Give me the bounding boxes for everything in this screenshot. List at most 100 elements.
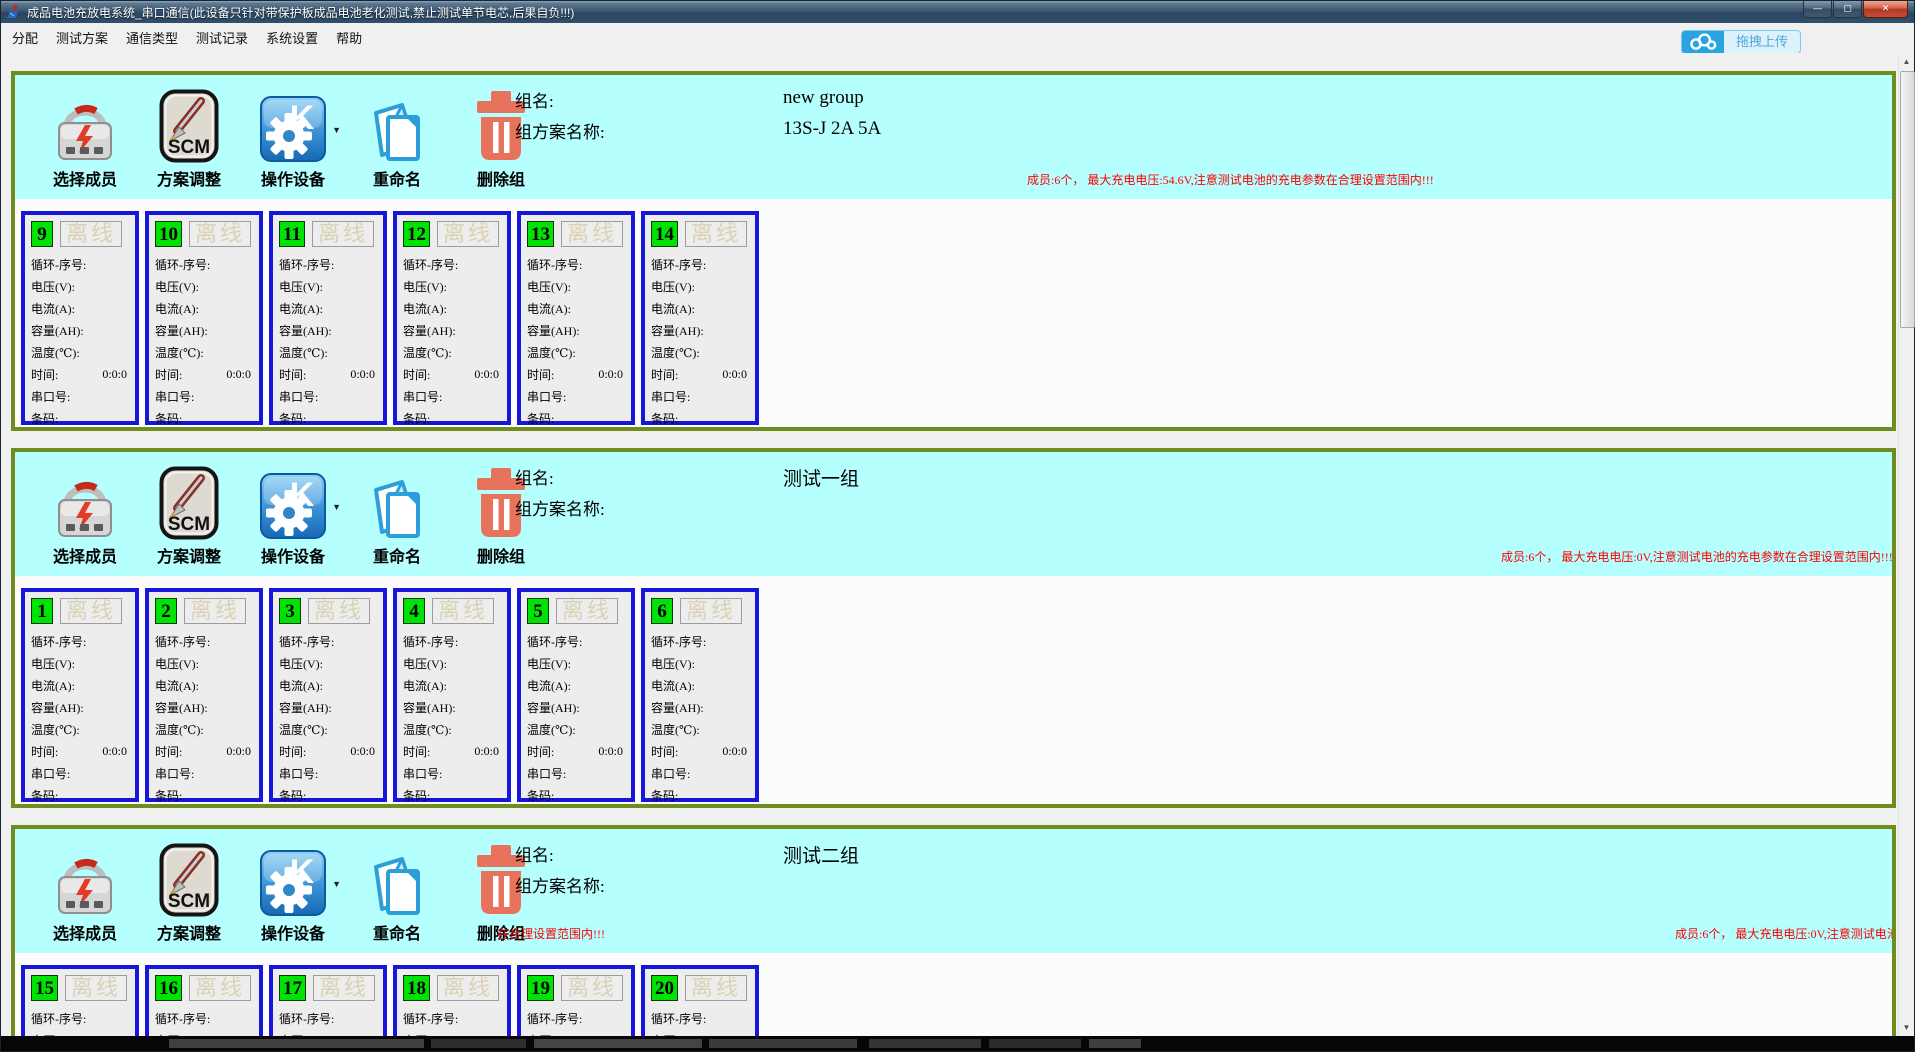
scroll-down-button[interactable]: ▼ (1899, 1019, 1914, 1036)
field-label: 时间: (651, 367, 679, 382)
card-field-row: 电流(A): (31, 297, 129, 319)
battery-cell-card[interactable]: 18 离线 循环-序号:电压(V):电流(A):容量(AH):温度(℃):时间:… (393, 965, 511, 1036)
battery-cell-card[interactable]: 2 离线 循环-序号: 电压(V): 电流(A): 容量(AH): 温度(℃): 时间: 0… (145, 588, 263, 803)
adjust-plan-button[interactable]: SCM 方案调整 (145, 85, 233, 190)
menu-item-test-plan[interactable]: 测试方案 (47, 24, 117, 53)
rename-button[interactable]: 重命名 (353, 839, 441, 944)
battery-group: 选择成员 SCM 方案调整 (11, 71, 1896, 431)
card-field-row: 电压(V): (527, 652, 625, 674)
card-field-row: 温度(℃): (31, 341, 129, 363)
card-field-row: 串口号: (403, 762, 501, 784)
vertical-scrollbar[interactable]: ▲ ▼ (1898, 53, 1915, 1036)
battery-cell-card[interactable]: 1 离线 循环-序号: 电压(V): 电流(A): 容量(AH): 温度(℃): 时间: 0… (21, 588, 139, 803)
cell-number-badge: 17 (279, 975, 306, 1001)
field-label: 时间: (31, 744, 59, 759)
copy-pages-icon (368, 839, 426, 917)
select-members-button[interactable]: 选择成员 (41, 839, 129, 944)
battery-cell-card[interactable]: 3 离线 循环-序号: 电压(V): 电流(A): 容量(AH): 温度(℃): 时间: 0… (269, 588, 387, 803)
offline-status-badge: 离线 (680, 598, 743, 624)
field-label: 电压(V): (527, 279, 571, 294)
select-members-button[interactable]: 选择成员 (41, 85, 129, 190)
battery-cell-card[interactable]: 5 离线 循环-序号: 电压(V): 电流(A): 容量(AH): 温度(℃): 时间: 0… (517, 588, 635, 803)
dropdown-arrow-icon[interactable]: ▼ (332, 125, 341, 135)
group-plan-label: 组方案名称: (515, 500, 605, 519)
minimize-button[interactable]: — (1803, 1, 1832, 18)
card-field-row: 循环-序号: (651, 630, 749, 652)
scrollbar-thumb[interactable] (1900, 71, 1915, 328)
menu-bar: 分配 测试方案 通信类型 测试记录 系统设置 帮助 拖拽上传 (1, 23, 1914, 54)
select-members-button[interactable]: 选择成员 (41, 462, 129, 567)
field-label: 串口号: (279, 389, 319, 404)
warning-text-right: 成员:6个， 最大充电电压:54.6V,注意测试电池的充电参数在合理设置范围内!… (1027, 173, 1434, 187)
operate-device-button[interactable]: K ▼ 操作设备 (249, 85, 341, 190)
battery-cell-card[interactable]: 19 离线 循环-序号:电压(V):电流(A):容量(AH):温度(℃):时间:… (517, 965, 635, 1036)
card-field-row: 时间: 0:0:0 (403, 740, 501, 762)
copy-pages-icon (368, 462, 426, 540)
card-fields: 循环-序号: 电压(V): 电流(A): 容量(AH): 温度(℃): 时间: 0:0:0 串… (279, 630, 377, 804)
scroll-up-button[interactable]: ▲ (1899, 53, 1914, 70)
field-label: 温度(℃): (31, 345, 80, 360)
card-fields: 循环-序号: 电压(V): 电流(A): 容量(AH): 温度(℃): 时间: 0:0:0 串… (279, 253, 377, 427)
battery-cell-card[interactable]: 12 离线 循环-序号: 电压(V): 电流(A): 容量(AH): 温度(℃): 时间:… (393, 211, 511, 426)
dropdown-arrow-icon[interactable]: ▼ (332, 879, 341, 889)
operate-device-button[interactable]: K ▼ 操作设备 (249, 839, 341, 944)
field-label: 条码: (31, 788, 59, 803)
offline-status-badge: 离线 (561, 221, 624, 247)
card-field-row: 时间: 0:0:0 (155, 363, 253, 385)
battery-cell-card[interactable]: 16 离线 循环-序号:电压(V):电流(A):容量(AH):温度(℃):时间:… (145, 965, 263, 1036)
field-label: 循环-序号: (527, 634, 583, 649)
battery-cell-card[interactable]: 20 离线 循环-序号:电压(V):电流(A):容量(AH):温度(℃):时间:… (641, 965, 759, 1036)
card-field-row: 电流(A): (403, 297, 501, 319)
battery-cell-card[interactable]: 14 离线 循环-序号: 电压(V): 电流(A): 容量(AH): 温度(℃): 时间:… (641, 211, 759, 426)
menu-item-comm-type[interactable]: 通信类型 (117, 24, 187, 53)
cell-number-badge: 16 (155, 975, 182, 1001)
field-label: 容量(AH): (403, 700, 456, 715)
battery-cell-card[interactable]: 17 离线 循环-序号:电压(V):电流(A):容量(AH):温度(℃):时间:… (269, 965, 387, 1036)
card-header: 18 离线 (403, 974, 501, 1002)
field-label: 容量(AH): (155, 700, 208, 715)
rename-button[interactable]: 重命名 (353, 85, 441, 190)
field-label: 时间: (651, 744, 679, 759)
field-label: 串口号: (31, 766, 71, 781)
operate-device-button[interactable]: K ▼ 操作设备 (249, 462, 341, 567)
dropdown-arrow-icon[interactable]: ▼ (332, 502, 341, 512)
group-meta: 组名: new group 组方案名称: 13S-J 2A 5A (515, 87, 881, 149)
field-label: 温度(℃): (403, 722, 452, 737)
svg-text:K: K (290, 853, 315, 891)
battery-cell-card[interactable]: 13 离线 循环-序号: 电压(V): 电流(A): 容量(AH): 温度(℃): 时间:… (517, 211, 635, 426)
battery-cell-card[interactable]: 15 离线 循环-序号:电压(V):电流(A):容量(AH):温度(℃):时间:… (21, 965, 139, 1036)
field-label: 电压(V): (279, 279, 323, 294)
window-title: 成品电池充放电系统_串口通信(此设备只针对带保护板成品电池老化测试,禁止测试单节… (27, 5, 575, 20)
field-value: 0:0:0 (722, 743, 747, 758)
card-header: 10 离线 (155, 220, 253, 248)
card-field-row: 温度(℃): (155, 341, 253, 363)
group-toolbar: 选择成员 SCM 方案调整 K ▼ 操作设备 重命名 删除组 (41, 839, 545, 944)
select-members-label: 选择成员 (52, 172, 117, 189)
drag-upload-button[interactable]: 拖拽上传 (1680, 30, 1801, 54)
card-field-row: 电流(A): (279, 674, 377, 696)
battery-group: 选择成员 SCM 方案调整 (11, 448, 1896, 808)
battery-cell-card[interactable]: 4 离线 循环-序号: 电压(V): 电流(A): 容量(AH): 温度(℃): 时间: 0… (393, 588, 511, 803)
card-field-row: 电流(A): (279, 297, 377, 319)
card-field-row: 电压(V): (651, 652, 749, 674)
field-label: 容量(AH): (155, 323, 208, 338)
battery-cell-card[interactable]: 11 离线 循环-序号: 电压(V): 电流(A): 容量(AH): 温度(℃): 时间:… (269, 211, 387, 426)
battery-cell-card[interactable]: 10 离线 循环-序号: 电压(V): 电流(A): 容量(AH): 温度(℃): 时间:… (145, 211, 263, 426)
rename-button[interactable]: 重命名 (353, 462, 441, 567)
offline-status-badge: 离线 (313, 975, 376, 1001)
battery-cell-card[interactable]: 9 离线 循环-序号: 电压(V): 电流(A): 容量(AH): 温度(℃): 时间: 0… (21, 211, 139, 426)
menu-item-system-settings[interactable]: 系统设置 (257, 24, 327, 53)
field-label: 容量(AH): (527, 323, 580, 338)
card-field-row: 容量(AH): (403, 319, 501, 341)
battery-cell-card[interactable]: 6 离线 循环-序号: 电压(V): 电流(A): 容量(AH): 温度(℃): 时间: 0… (641, 588, 759, 803)
cell-cards-row: 15 离线 循环-序号:电压(V):电流(A):容量(AH):温度(℃):时间:… (15, 953, 1892, 1036)
menu-item-help[interactable]: 帮助 (327, 24, 371, 53)
menu-item-allocate[interactable]: 分配 (3, 24, 47, 53)
card-field-row: 循环-序号: (155, 1007, 253, 1029)
adjust-plan-button[interactable]: SCM 方案调整 (145, 839, 233, 944)
menu-item-test-record[interactable]: 测试记录 (187, 24, 257, 53)
adjust-plan-button[interactable]: SCM 方案调整 (145, 462, 233, 567)
close-button[interactable]: ✕ (1863, 1, 1908, 18)
offline-status-badge: 离线 (556, 598, 619, 624)
maximize-button[interactable]: ▢ (1833, 1, 1862, 18)
